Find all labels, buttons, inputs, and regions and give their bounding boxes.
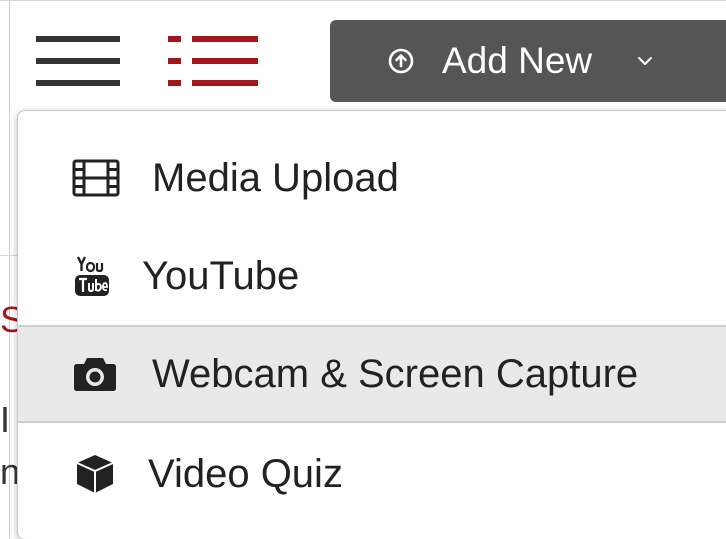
menu-item-video-quiz[interactable]: Video Quiz xyxy=(18,425,726,523)
menu-item-label: YouTube xyxy=(142,254,300,298)
hamburger-line xyxy=(36,80,120,86)
list-bullet xyxy=(168,36,181,42)
add-new-label: Add New xyxy=(442,40,593,81)
cube-icon xyxy=(76,455,114,493)
frame-line-top xyxy=(0,0,726,1)
list-line xyxy=(192,80,258,86)
menu-item-label: Video Quiz xyxy=(148,452,343,496)
page: Add New S I n Media Upload YouTube Webca… xyxy=(0,0,726,539)
menu-item-label: Webcam & Screen Capture xyxy=(152,352,639,396)
menu-item-label: Media Upload xyxy=(152,156,399,200)
menu-item-media-upload[interactable]: Media Upload xyxy=(18,129,726,227)
film-icon xyxy=(72,159,120,197)
upload-circle-icon xyxy=(388,48,414,74)
add-new-button[interactable]: Add New xyxy=(330,20,726,102)
hamburger-icon[interactable] xyxy=(36,36,120,90)
chevron-down-icon xyxy=(638,57,652,65)
frame-line-mid xyxy=(0,255,18,256)
list-line xyxy=(192,36,258,42)
hamburger-line xyxy=(36,58,120,64)
camera-icon xyxy=(74,358,116,391)
list-bullet xyxy=(168,80,181,86)
list-line xyxy=(192,58,258,64)
menu-item-youtube[interactable]: YouTube xyxy=(18,227,726,325)
list-bullet xyxy=(168,58,181,64)
add-new-dropdown-menu: Media Upload YouTube Webcam & Screen Cap… xyxy=(17,110,726,539)
menu-item-webcam-screen-capture[interactable]: Webcam & Screen Capture xyxy=(18,325,726,423)
youtube-icon xyxy=(75,256,109,296)
list-view-icon[interactable] xyxy=(168,36,258,90)
background-text-fragment: I xyxy=(0,399,11,440)
hamburger-line xyxy=(36,36,120,42)
